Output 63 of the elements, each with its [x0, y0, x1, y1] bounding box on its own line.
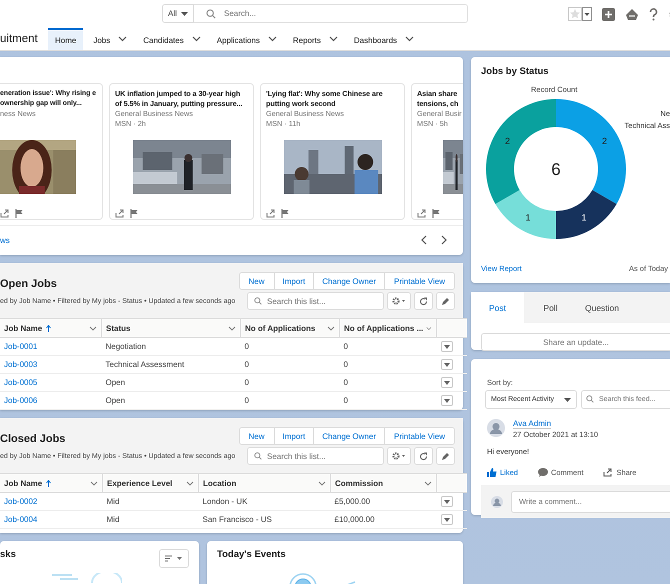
- scope-dropdown[interactable]: All: [162, 4, 194, 23]
- list-action-button[interactable]: Change Owner: [313, 272, 385, 290]
- list-action-button[interactable]: New: [238, 427, 275, 445]
- nav-tab[interactable]: Reports: [286, 28, 327, 50]
- list-title: Closed Jobs: [0, 433, 66, 445]
- record-link[interactable]: Job-0001: [4, 342, 38, 351]
- app-name: uitment: [0, 33, 39, 45]
- card-title: Jobs by Status: [481, 66, 550, 77]
- publisher-tab[interactable]: Post: [471, 292, 524, 323]
- record-link[interactable]: Job-0005: [4, 378, 38, 387]
- record-link[interactable]: Job-0002: [4, 497, 38, 506]
- news-link[interactable]: ws: [0, 236, 10, 244]
- record-link[interactable]: Job-0006: [4, 396, 38, 405]
- data-label: 1: [526, 212, 530, 222]
- table-cell: Mid: [106, 515, 120, 524]
- nav-tab[interactable]: Candidates: [137, 28, 190, 50]
- list-action-button[interactable]: New: [238, 272, 275, 290]
- nav-tab[interactable]: Jobs: [87, 28, 116, 50]
- table-cell: 0: [244, 360, 249, 369]
- table-cell: 0: [344, 342, 348, 351]
- nav-tab[interactable]: Dashboards: [348, 28, 404, 50]
- search-field[interactable]: Search...: [194, 4, 468, 23]
- table-cell: 0: [344, 360, 348, 369]
- table-cell: £5,000.00: [334, 497, 370, 506]
- list-action-button[interactable]: Change Owner: [313, 427, 385, 445]
- publisher-tab[interactable]: Poll: [524, 292, 577, 323]
- table-cell: 0: [244, 378, 249, 387]
- nav-tab[interactable]: Applications: [210, 28, 266, 50]
- list-action-button[interactable]: Import: [274, 272, 314, 290]
- publisher-tab[interactable]: Question: [577, 292, 627, 323]
- list-action-button[interactable]: Printable View: [384, 427, 455, 445]
- table-cell: 0: [244, 396, 249, 405]
- data-label: 2: [505, 136, 510, 146]
- record-link[interactable]: Job-0003: [4, 360, 38, 369]
- table-cell: Negotiation: [106, 342, 146, 351]
- table-cell: Open: [106, 396, 126, 405]
- list-title: Open Jobs: [0, 278, 58, 290]
- column-header[interactable]: Job Name: [4, 324, 42, 332]
- author-link[interactable]: Ava Admin: [513, 419, 552, 429]
- table-cell: 0: [344, 378, 348, 387]
- table-cell: Open: [106, 378, 126, 387]
- table-cell: 0: [344, 396, 348, 405]
- column-header[interactable]: Job Name: [4, 478, 42, 488]
- column-header[interactable]: Location: [203, 478, 236, 488]
- card-title: Today's Events: [217, 549, 286, 560]
- share-update-button[interactable]: Share an update...: [481, 333, 670, 351]
- data-label: 1: [582, 212, 586, 222]
- column-header[interactable]: Status: [106, 324, 130, 332]
- table-cell: Technical Assessment: [106, 360, 184, 369]
- search-field[interactable]: Search this list...: [247, 447, 384, 465]
- search-field[interactable]: Search this list...: [247, 292, 384, 310]
- table-cell: Mid: [106, 497, 120, 506]
- total-value: 6: [551, 160, 561, 179]
- record-link[interactable]: Job-0004: [4, 515, 38, 524]
- table-cell: 0: [244, 342, 249, 351]
- list-action-button[interactable]: Import: [274, 427, 314, 445]
- table-cell: London - UK: [202, 497, 248, 506]
- card-title: sks: [0, 549, 16, 560]
- list-action-button[interactable]: Printable View: [384, 272, 455, 290]
- data-label: 2: [602, 136, 607, 146]
- table-cell: £10,000.00: [334, 515, 375, 524]
- table-cell: San Francisco - US: [202, 515, 272, 524]
- nav-tab[interactable]: Home: [48, 28, 84, 50]
